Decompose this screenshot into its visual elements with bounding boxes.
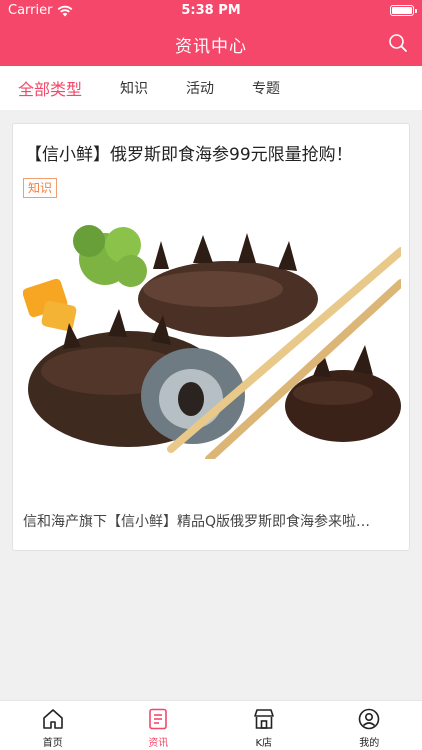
article-card[interactable]: 【信小鲜】俄罗斯即食海参99元限量抢购！ 知识 信和海产旗下【信小鲜】精品Q版俄…: [12, 123, 410, 551]
tabbar-shop-label: K店: [255, 738, 273, 749]
tabbar-news[interactable]: 资讯: [106, 701, 212, 750]
tabbar-home[interactable]: 首页: [0, 701, 106, 750]
shop-icon: [253, 709, 274, 729]
tab-all-types[interactable]: 全部类型: [18, 76, 82, 100]
article-image: [23, 211, 401, 459]
status-bar: Carrier 5:38 PM: [0, 0, 422, 22]
profile-icon: [358, 708, 380, 730]
app-header: Carrier 5:38 PM 资讯中心: [0, 0, 422, 66]
tabbar-profile[interactable]: 我的: [317, 701, 422, 750]
bottom-tab-bar: 首页 资讯 K店 我的: [0, 700, 422, 750]
article-tag: 知识: [23, 178, 58, 198]
battery-icon: [390, 5, 417, 16]
category-tabs: 全部类型 知识 活动 专题: [0, 66, 422, 110]
article-summary: 信和海产旗下【信小鲜】精品Q版俄罗斯即食海参来啦…: [23, 514, 371, 530]
article-title: 【信小鲜】俄罗斯即食海参99元限量抢购！: [25, 145, 353, 165]
tab-activity[interactable]: 活动: [186, 78, 214, 98]
home-icon: [42, 709, 63, 729]
tabbar-shop[interactable]: K店: [211, 701, 317, 750]
tabbar-home-label: 首页: [42, 738, 63, 749]
news-icon: [149, 708, 168, 730]
tab-topic[interactable]: 专题: [252, 78, 280, 98]
page-title: 资讯中心: [175, 37, 247, 57]
tabbar-news-label: 资讯: [148, 738, 169, 749]
status-time: 5:38 PM: [181, 3, 241, 18]
search-icon[interactable]: [388, 33, 408, 53]
tab-knowledge[interactable]: 知识: [120, 78, 148, 98]
tabbar-profile-label: 我的: [359, 738, 380, 749]
